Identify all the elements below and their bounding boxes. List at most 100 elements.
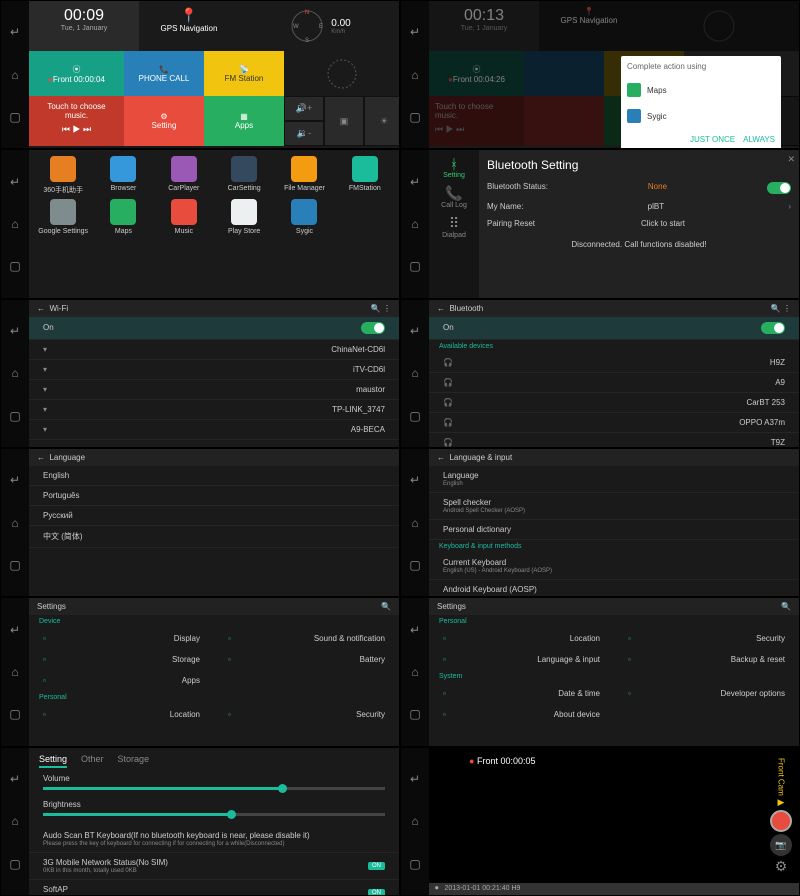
back-icon[interactable]: ↵	[10, 473, 20, 487]
recents-icon[interactable]: ▢	[9, 409, 20, 423]
settings-item[interactable]: ▫ Apps	[29, 670, 214, 691]
phone-tile[interactable]: 📞PHONE CALL	[124, 51, 204, 96]
tab-storage[interactable]: Storage	[118, 754, 150, 768]
home-icon[interactable]: ⌂	[411, 68, 418, 82]
tab-setting[interactable]: Setting	[39, 754, 67, 768]
settings-item[interactable]: ▫ Language & input	[429, 649, 614, 670]
back-icon[interactable]: ↵	[10, 324, 20, 338]
settings-item[interactable]: ▫ Date & time	[429, 683, 614, 704]
home-icon[interactable]: ⌂	[11, 366, 18, 380]
li-item[interactable]: Personal dictionary	[429, 520, 799, 540]
volume-slider[interactable]	[43, 787, 385, 790]
app-Google Settings[interactable]: Google Settings	[35, 199, 91, 235]
home-icon[interactable]: ⌂	[411, 366, 418, 380]
settings-item[interactable]: ▫ Security	[214, 704, 399, 725]
brightness-icon[interactable]: ☀	[364, 96, 400, 146]
bt-pair-row[interactable]: Pairing ResetClick to start	[487, 215, 791, 232]
recents-icon[interactable]: ▢	[409, 558, 420, 572]
bt-keyboard-row[interactable]: Audo Scan BT Keyboard(If no bluetooth ke…	[29, 826, 399, 853]
close-icon[interactable]: ✕	[787, 154, 795, 165]
clock-widget[interactable]: 00:09 Tue, 1 January	[29, 1, 139, 51]
option-sygic[interactable]: Sygic	[621, 103, 781, 129]
home-icon[interactable]: ⌂	[11, 814, 18, 828]
app-Music[interactable]: Music	[156, 199, 212, 235]
home-icon[interactable]: ⌂	[411, 217, 418, 231]
play-icon[interactable]: ▶	[778, 797, 785, 808]
vol-down-icon[interactable]: 🔉-	[284, 121, 324, 146]
settings-item[interactable]: ▫ Location	[429, 628, 614, 649]
language-item[interactable]: Português	[29, 486, 399, 506]
recents-icon[interactable]: ▢	[409, 409, 420, 423]
settings-item[interactable]: ▫ Developer options	[614, 683, 799, 704]
settings-tile[interactable]: ⚙Setting	[124, 96, 204, 146]
app-Maps[interactable]: Maps	[95, 199, 151, 235]
search-icon[interactable]: 🔍	[781, 602, 791, 611]
just-once-button[interactable]: JUST ONCE	[690, 135, 735, 144]
home-icon[interactable]: ⌂	[411, 516, 418, 530]
back-icon[interactable]: ↵	[410, 473, 420, 487]
bt-device[interactable]: 🎧 OPPO A37m	[429, 413, 799, 433]
back-icon[interactable]: ↵	[10, 25, 20, 39]
app-360手机助手[interactable]: 360手机助手	[35, 156, 91, 195]
app-Browser[interactable]: Browser	[95, 156, 151, 195]
brightness-slider[interactable]	[43, 813, 385, 816]
gps-widget[interactable]: 📍 GPS Navigation	[139, 1, 239, 51]
camera-icon[interactable]: 📷	[770, 834, 792, 856]
recents-icon[interactable]: ▢	[409, 259, 420, 273]
home-icon[interactable]: ⌂	[411, 814, 418, 828]
wifi-item[interactable]: ▾ maustor	[29, 380, 399, 400]
search-icon[interactable]: 🔍 ⋮	[771, 304, 791, 313]
search-icon[interactable]: 🔍	[381, 602, 391, 611]
recents-icon[interactable]: ▢	[9, 707, 20, 721]
settings-item[interactable]: ▫ Location	[29, 704, 214, 725]
settings-item[interactable]: ▫ Battery	[214, 649, 399, 670]
recents-icon[interactable]: ▢	[409, 707, 420, 721]
bt-device[interactable]: 🎧 CarBT 253	[429, 393, 799, 413]
bt-tab-setting[interactable]: ᚼSetting	[443, 156, 465, 179]
bt-list-toggle[interactable]	[761, 322, 785, 334]
bt-name-row[interactable]: My Name:plBT›	[487, 198, 791, 215]
home-icon[interactable]: ⌂	[11, 516, 18, 530]
bt-toggle[interactable]	[767, 182, 791, 194]
wifi-item[interactable]: ▾ A9-BECA	[29, 420, 399, 440]
home-icon[interactable]: ⌂	[11, 217, 18, 231]
li-item[interactable]: Spell checkerAndroid Spell Checker (AOSP…	[429, 493, 799, 520]
vol-up-icon[interactable]: 🔊+	[284, 96, 324, 121]
wifi-toggle[interactable]	[361, 322, 385, 334]
li-item[interactable]: Current KeyboardEnglish (US) - Android K…	[429, 553, 799, 580]
settings-item[interactable]: ▫ Display	[29, 628, 214, 649]
wifi-item[interactable]: ▾ iTV-CD6l	[29, 360, 399, 380]
app-Sygic[interactable]: Sygic	[276, 199, 332, 235]
bt-device[interactable]: 🎧 A9	[429, 373, 799, 393]
bt-tab-calllog[interactable]: 📞Call Log	[441, 185, 467, 209]
home-icon[interactable]: ⌂	[411, 665, 418, 679]
home-icon[interactable]: ⌂	[11, 68, 18, 82]
music-tile[interactable]: Touch to choose music.⏮ ▶ ⏭	[29, 96, 124, 146]
back-icon[interactable]: ↵	[410, 623, 420, 637]
home-icon[interactable]: ⌂	[11, 665, 18, 679]
gear-icon[interactable]: ⚙	[775, 858, 788, 875]
apps-tile[interactable]: ▦Apps	[204, 96, 284, 146]
settings-item[interactable]: ▫ About device	[429, 704, 614, 725]
app-Play Store[interactable]: Play Store	[216, 199, 272, 235]
language-item[interactable]: English	[29, 466, 399, 486]
back-icon[interactable]: ↵	[410, 25, 420, 39]
fm-tile[interactable]: 📡FM Station	[204, 51, 284, 96]
recents-icon[interactable]: ▢	[9, 558, 20, 572]
li-item[interactable]: Android Keyboard (AOSP)	[429, 580, 799, 597]
compass-widget[interactable]: NSWE 0.00Km/h	[239, 1, 399, 51]
back-icon[interactable]: ↵	[10, 175, 20, 189]
back-icon[interactable]: ↵	[410, 772, 420, 786]
recents-icon[interactable]: ▢	[9, 259, 20, 273]
folder-icon[interactable]: ▣	[324, 96, 364, 146]
camera-tile[interactable]: ⦿●Front 00:00:04	[29, 51, 124, 96]
language-item[interactable]: Русский	[29, 506, 399, 526]
back-icon[interactable]: ↵	[410, 175, 420, 189]
record-button[interactable]	[770, 810, 792, 832]
settings-item[interactable]: ▫ Backup & reset	[614, 649, 799, 670]
app-FMStation[interactable]: FMStation	[337, 156, 393, 195]
language-item[interactable]: 中文 (简体)	[29, 526, 399, 548]
bt-device[interactable]: 🎧 H9Z	[429, 353, 799, 373]
always-button[interactable]: ALWAYS	[743, 135, 775, 144]
recents-icon[interactable]: ▢	[409, 857, 420, 871]
